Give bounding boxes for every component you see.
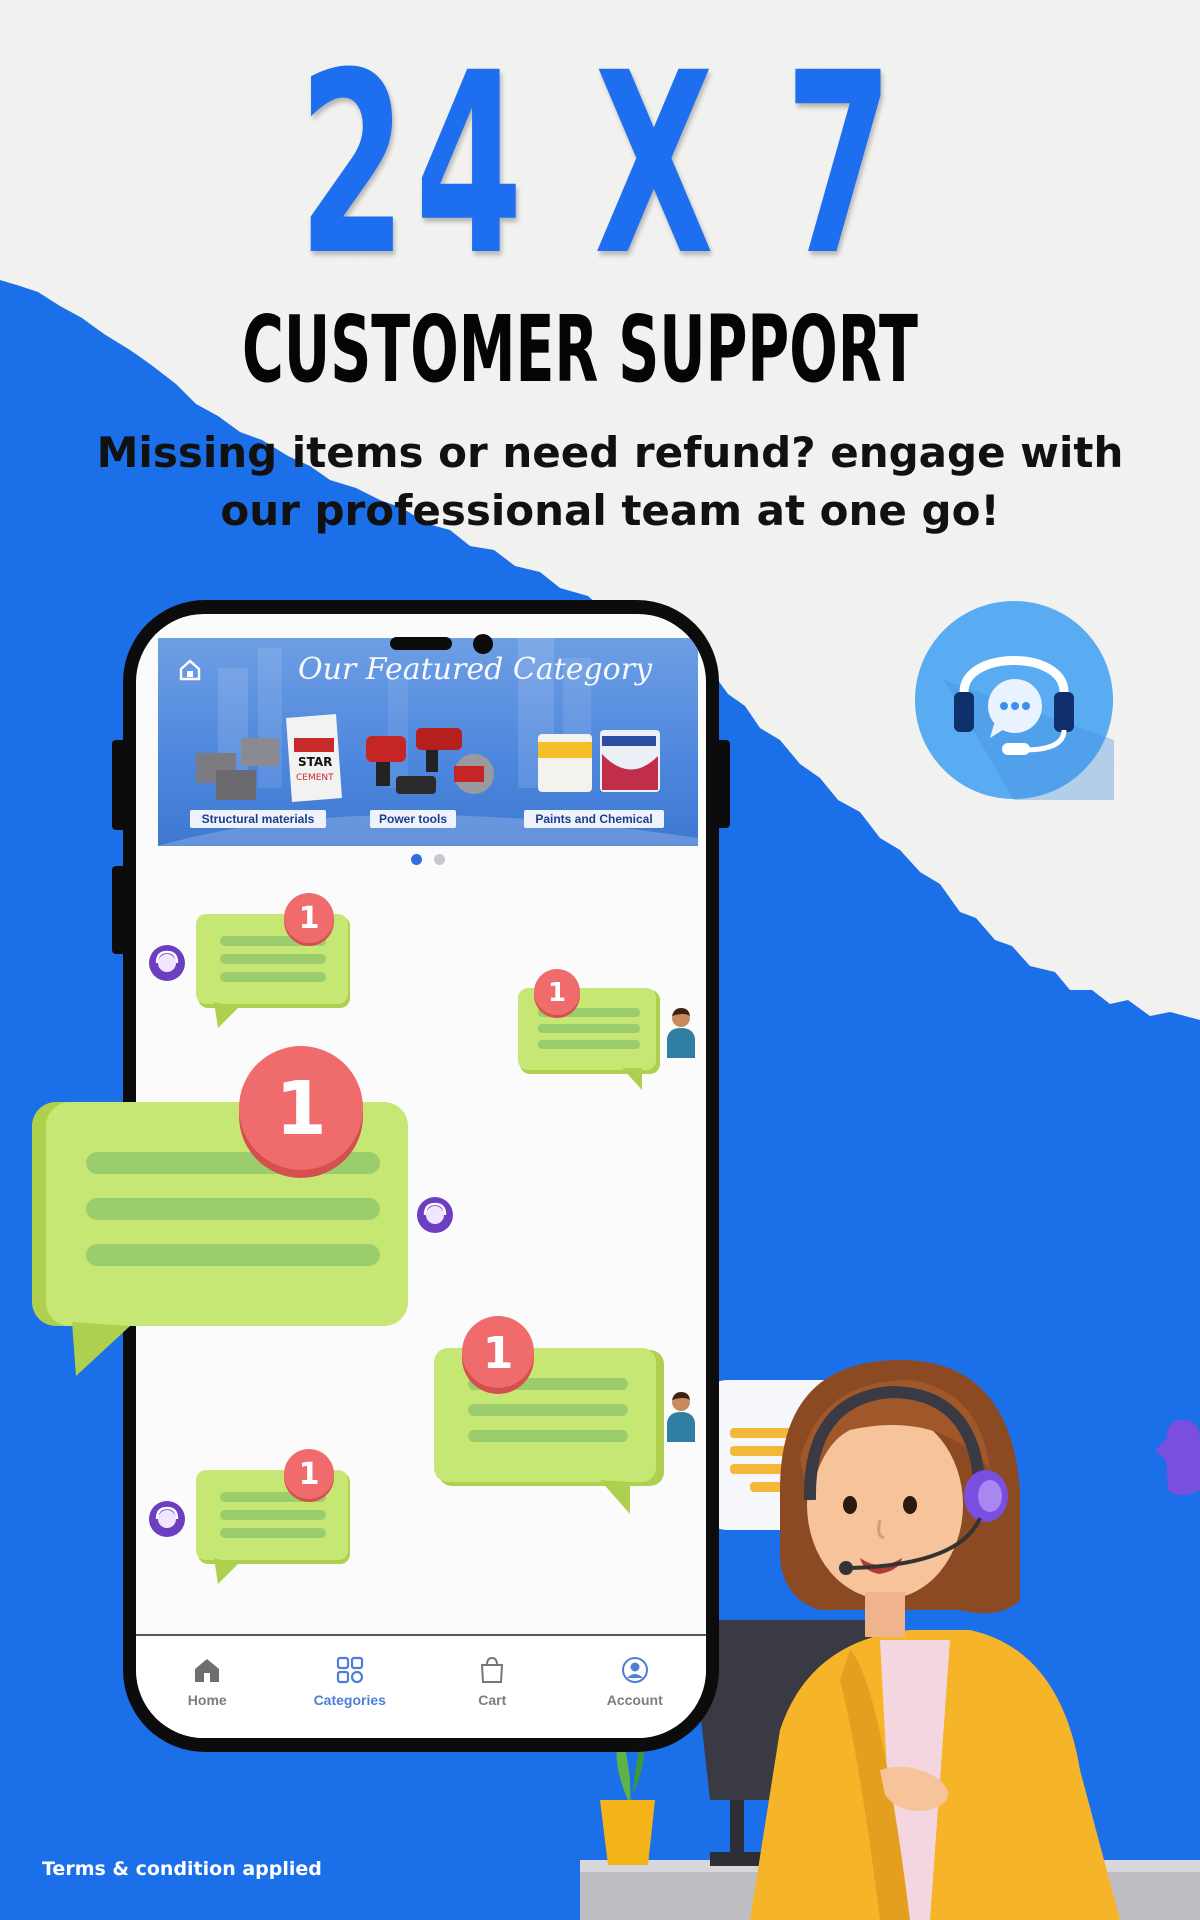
badge-count: 1 xyxy=(299,1457,320,1492)
home-logo-icon[interactable] xyxy=(178,658,202,682)
badge-count: 1 xyxy=(483,1328,514,1379)
svg-text:CEMENT: CEMENT xyxy=(296,773,334,783)
notification-badge: 1 xyxy=(534,969,580,1018)
phone-side-button xyxy=(112,866,126,954)
tagline: Missing items or need refund? engage wit… xyxy=(96,428,1124,535)
phone-camera xyxy=(473,634,493,654)
phone-side-button xyxy=(112,740,126,830)
terms-note[interactable]: Terms & condition applied xyxy=(42,1858,322,1880)
home-icon xyxy=(195,1659,220,1682)
nav-label-home: Home xyxy=(187,1692,227,1708)
badge-count: 1 xyxy=(548,978,566,1008)
badge-count: 1 xyxy=(299,901,320,936)
subheadline-customer-support: CUSTOMER SUPPORT xyxy=(242,296,918,403)
customer-avatar-icon xyxy=(667,1008,695,1058)
notification-badge: 1 xyxy=(239,1046,363,1178)
power-tools-image xyxy=(366,728,494,794)
bag-icon xyxy=(481,1656,504,1683)
carousel-dot-1[interactable] xyxy=(411,854,422,865)
notification-badge: 1 xyxy=(462,1316,534,1394)
featured-category-banner[interactable]: Our Featured Category STAR CEMENT Struct… xyxy=(158,638,698,846)
account-icon xyxy=(621,1657,648,1683)
nav-categories[interactable]: Categories xyxy=(279,1636,422,1738)
nav-cart[interactable]: Cart xyxy=(421,1636,564,1738)
svg-text:STAR: STAR xyxy=(298,755,332,769)
agent-avatar-icon xyxy=(149,1501,185,1537)
nav-home[interactable]: Home xyxy=(136,1636,279,1738)
notification-badge: 1 xyxy=(284,1449,334,1502)
grid-icon xyxy=(336,1656,363,1684)
carousel-dots[interactable] xyxy=(411,854,445,865)
category-label-paints[interactable]: Paints and Chemical xyxy=(524,810,664,828)
notification-badge: 1 xyxy=(284,893,334,946)
agent-avatar-icon xyxy=(149,945,185,981)
headline-24x7: 24 X 7 xyxy=(298,19,902,310)
badge-count: 1 xyxy=(275,1066,327,1152)
customer-avatar-icon xyxy=(667,1392,695,1442)
category-label-power-tools[interactable]: Power tools xyxy=(370,810,456,828)
cement-blocks-image: STAR CEMENT xyxy=(196,714,342,802)
bottom-navigation: Home Categories Cart Account xyxy=(136,1634,706,1738)
paint-buckets-image xyxy=(538,730,660,792)
agent-avatar-icon xyxy=(417,1197,453,1233)
category-label-structural[interactable]: Structural materials xyxy=(190,810,326,828)
nav-label-cart: Cart xyxy=(478,1692,507,1708)
support-headset-icon xyxy=(915,601,1114,800)
nav-label-account: Account xyxy=(606,1692,663,1708)
carousel-dot-2[interactable] xyxy=(434,854,445,865)
nav-label-categories: Categories xyxy=(313,1692,386,1708)
phone-speaker xyxy=(390,637,452,650)
phone-power-button xyxy=(716,740,730,828)
banner-title: Our Featured Category xyxy=(298,652,653,687)
nav-account[interactable]: Account xyxy=(564,1636,707,1738)
